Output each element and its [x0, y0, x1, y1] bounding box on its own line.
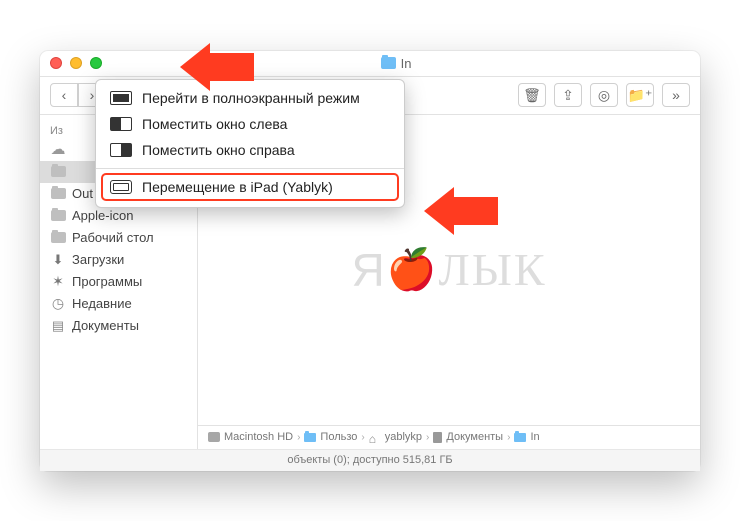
titlebar: In [40, 51, 700, 77]
tags-button[interactable]: ◎ [590, 83, 618, 107]
traffic-lights [50, 57, 102, 69]
sidebar-item-recents[interactable]: Недавние [40, 293, 197, 315]
toolbar-overflow[interactable]: » [662, 83, 690, 107]
download-icon [50, 252, 66, 268]
folder-icon [514, 433, 526, 442]
fullscreen-button[interactable] [90, 57, 102, 69]
sidebar-item-documents[interactable]: Документы [40, 315, 197, 337]
document-icon [433, 432, 442, 443]
back-button[interactable]: ‹ [50, 83, 78, 107]
sidebar-item-label: Недавние [72, 296, 132, 311]
folder-icon [50, 230, 66, 246]
sidebar-item-label: Документы [72, 318, 139, 333]
sidebar-item-label: Рабочий стол [72, 230, 154, 245]
clock-icon [50, 296, 66, 312]
finder-window: In ‹ › ▦ ≡ 🗑 ⇪ ◎ 📁⁺ » Из [40, 51, 700, 471]
folder-icon [50, 208, 66, 224]
minimize-button[interactable] [70, 57, 82, 69]
share-button[interactable]: ⇪ [554, 83, 582, 107]
menu-move-to-ipad[interactable]: Перемещение в iPad (Yablyk) [102, 174, 398, 200]
home-icon [369, 432, 381, 442]
annotation-arrow-mid [424, 187, 498, 235]
sidebar-item-downloads[interactable]: Загрузки [40, 249, 197, 271]
path-bar: Macintosh HD › Пользо › yablykp › Докуме… [198, 425, 700, 449]
sidebar-item-label: Загрузки [72, 252, 124, 267]
crumb-home[interactable]: yablykp [369, 431, 422, 443]
folder-icon [381, 57, 396, 69]
folder-icon [50, 186, 66, 202]
menu-tile-left[interactable]: Поместить окно слева [96, 111, 404, 137]
tile-left-icon [110, 117, 132, 131]
new-folder-button[interactable]: 📁⁺ [626, 83, 654, 107]
tile-right-icon [110, 143, 132, 157]
folder-icon [304, 433, 316, 442]
fullscreen-menu: Перейти в полноэкранный режим Поместить … [95, 79, 405, 208]
apps-icon [50, 274, 66, 290]
status-bar: объекты (0); доступно 515,81 ГБ [40, 449, 700, 471]
watermark-logo: Я🍎ЛЫК [351, 243, 546, 297]
sidebar-item-label: Out [72, 186, 93, 201]
crumb-root[interactable]: Macintosh HD [208, 431, 293, 443]
crumb-users[interactable]: Пользо [304, 431, 357, 443]
sidebar-item-label: Программы [72, 274, 142, 289]
fullscreen-rect-icon [110, 91, 132, 105]
crumb-in[interactable]: In [514, 431, 539, 443]
ipad-icon [110, 180, 132, 194]
sidebar-item-label: Apple-icon [72, 208, 133, 223]
folder-icon [50, 164, 66, 180]
status-text: объекты (0); доступно 515,81 ГБ [287, 454, 452, 466]
sidebar-item-applications[interactable]: Программы [40, 271, 197, 293]
trash-button[interactable]: 🗑 [518, 83, 546, 107]
close-button[interactable] [50, 57, 62, 69]
window-title-text: In [401, 56, 412, 71]
crumb-documents[interactable]: Документы [433, 431, 503, 443]
documents-icon [50, 318, 66, 334]
annotation-arrow-top [180, 43, 254, 91]
menu-separator [96, 168, 404, 169]
hdd-icon [208, 432, 220, 442]
sidebar-item-apple-icon[interactable]: Apple-icon [40, 205, 197, 227]
menu-tile-right[interactable]: Поместить окно справа [96, 137, 404, 163]
sidebar-item-desktop[interactable]: Рабочий стол [40, 227, 197, 249]
cloud-icon [50, 142, 66, 158]
